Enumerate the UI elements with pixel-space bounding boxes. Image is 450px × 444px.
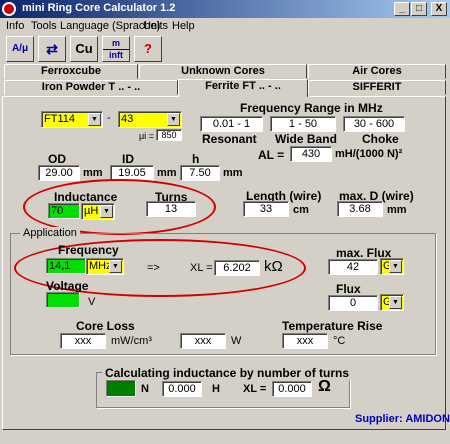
menu-tools[interactable]: Tools — [31, 20, 57, 32]
al-unit: mH/(1000 N)² — [335, 148, 403, 160]
inductance-unit-value: µH — [84, 205, 99, 217]
h-value: 7.50 — [180, 165, 220, 181]
calc-turns-h-value: 0.000 — [162, 381, 202, 397]
calc-turns-title: Calculating inductance by number of turn… — [102, 366, 353, 380]
chevron-down-icon[interactable]: ▼ — [88, 113, 101, 126]
xl-value: 6.202 — [214, 260, 260, 276]
al-value: 430 — [290, 146, 332, 162]
tab-unknown-cores[interactable]: Unknown Cores — [139, 64, 307, 79]
id-unit: mm — [157, 167, 177, 179]
material-value: 43 — [121, 113, 134, 125]
turns-input[interactable]: 13 — [146, 201, 196, 217]
od-value: 29.00 — [38, 165, 80, 181]
voltage-input[interactable] — [46, 292, 80, 308]
flux-unit-select[interactable]: G ▼ — [380, 294, 404, 311]
app-icon[interactable] — [2, 2, 16, 16]
xl-unit: kΩ — [264, 258, 283, 275]
metric-inch-button[interactable]: m inft — [102, 36, 130, 62]
circuit-icon[interactable]: ⇄ — [38, 36, 66, 62]
od-label: OD — [48, 152, 66, 166]
chevron-down-icon[interactable]: ▼ — [389, 260, 402, 273]
copper-wire-button[interactable]: Cu — [70, 36, 98, 62]
tab-ferrite[interactable]: Ferrite FT .. - .. — [178, 79, 308, 97]
toolbar: A/μ ⇄ Cu m inft ? — [0, 36, 450, 66]
od-unit: mm — [83, 167, 103, 179]
chevron-down-icon[interactable]: ▼ — [389, 296, 402, 309]
max-flux-unit-select[interactable]: G ▼ — [380, 258, 404, 275]
range-choke: 30 - 600 — [343, 116, 405, 132]
inductance-input[interactable]: 70 — [48, 203, 80, 219]
units-conversion-button[interactable]: A/μ — [6, 36, 34, 62]
resonant-label: Resonant — [202, 132, 257, 146]
watt-value: xxx — [180, 333, 226, 349]
flux-value: 0 — [328, 295, 378, 311]
inch-label: inft — [103, 49, 129, 61]
menu-help[interactable]: Help — [172, 20, 195, 32]
tab-air-cores[interactable]: Air Cores — [308, 64, 446, 79]
chevron-down-icon[interactable]: ▼ — [100, 205, 113, 218]
inductance-label: Inductance — [54, 190, 118, 204]
arrow-label: => — [147, 262, 160, 274]
frequency-input[interactable]: 14,1 — [46, 258, 86, 274]
calc-turns-xl-unit: Ω — [318, 378, 331, 395]
maxd-value: 3.68 — [337, 201, 383, 217]
xl-label: XL = — [190, 262, 213, 274]
wideband-label: Wide Band — [275, 132, 337, 146]
range-resonant: 0.01 - 1 — [200, 116, 263, 132]
tab-iron-powder[interactable]: Iron Powder T .. - .. — [4, 80, 178, 95]
close-button[interactable]: X — [431, 2, 447, 16]
menu-info[interactable]: Info — [6, 20, 24, 32]
window-title: mini Ring Core Calculator 1.2 — [22, 2, 176, 14]
choke-label: Choke — [362, 132, 399, 146]
tab-ferroxcube[interactable]: Ferroxcube — [4, 64, 138, 79]
material-select[interactable]: 43 ▼ — [118, 111, 182, 128]
core-loss-label: Core Loss — [76, 319, 135, 333]
core-type-value: FT114 — [44, 113, 75, 125]
tab-sifferit[interactable]: SIFFERIT — [308, 80, 446, 95]
calc-turns-xl-label: XL = — [243, 383, 267, 395]
calc-turns-h-unit: H — [212, 383, 220, 395]
metric-label: m — [111, 38, 120, 48]
temperature-rise-value: xxx — [282, 333, 328, 349]
menu-bar: Info Tools Language (Sprache) Units Help — [0, 18, 450, 36]
voltage-unit: V — [88, 296, 96, 308]
maxd-unit: mm — [387, 204, 407, 216]
calc-turns-xl-value: 0.000 — [272, 381, 312, 397]
calc-turns-n-input[interactable] — [106, 380, 136, 397]
temperature-rise-unit: °C — [333, 335, 346, 347]
supplier-label: Supplier: AMIDON — [355, 413, 450, 425]
core-loss-unit: mW/cm³ — [111, 335, 152, 347]
menu-units[interactable]: Units — [143, 20, 168, 32]
application-title: Application — [20, 227, 80, 239]
core-loss-value: xxx — [60, 333, 106, 349]
frequency-unit-select[interactable]: MHz ▼ — [86, 258, 124, 275]
core-dash: - — [107, 112, 111, 124]
frequency-range-title: Frequency Range in MHz — [240, 101, 383, 115]
max-flux-value: 42 — [328, 259, 378, 275]
length-unit: cm — [293, 204, 309, 216]
al-label: AL = — [258, 148, 285, 162]
temperature-rise-label: Temperature Rise — [282, 319, 383, 333]
maximize-button[interactable]: □ — [411, 2, 427, 16]
length-value: 33 — [243, 201, 289, 217]
calc-turns-n-label: N — [141, 383, 149, 395]
mu-label: μi = — [139, 131, 154, 141]
chevron-down-icon[interactable]: ▼ — [109, 260, 122, 273]
flux-label: Flux — [336, 282, 361, 296]
h-unit: mm — [223, 167, 243, 179]
h-label: h — [192, 152, 200, 166]
help-button[interactable]: ? — [134, 36, 162, 62]
core-type-select[interactable]: FT114 ▼ — [41, 111, 103, 128]
range-wideband: 1 - 50 — [270, 116, 336, 132]
mu-value: 850 — [156, 129, 182, 141]
title-bar: mini Ring Core Calculator 1.2 _ □ X — [0, 0, 450, 18]
id-label: ID — [122, 152, 134, 166]
inductance-unit-select[interactable]: µH ▼ — [81, 203, 115, 220]
frequency-label: Frequency — [58, 243, 119, 257]
voltage-label: Voltage — [46, 279, 89, 293]
chevron-down-icon[interactable]: ▼ — [167, 113, 180, 126]
watt-unit: W — [231, 335, 242, 347]
minimize-button[interactable]: _ — [394, 2, 410, 16]
